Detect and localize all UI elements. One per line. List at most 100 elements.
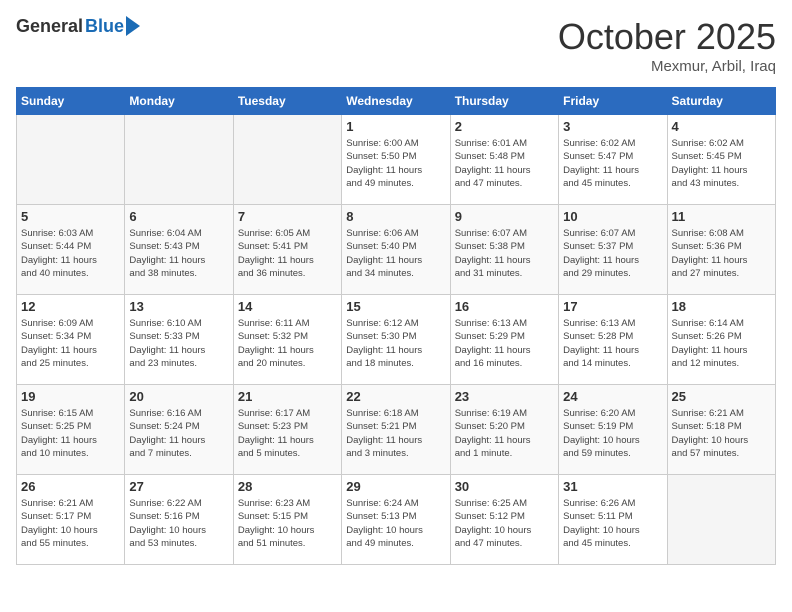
day-info: Sunrise: 6:02 AM Sunset: 5:45 PM Dayligh…: [672, 137, 771, 190]
calendar-cell: 14 Sunrise: 6:11 AM Sunset: 5:32 PM Dayli…: [233, 295, 341, 385]
day-number: 1: [346, 119, 445, 134]
day-info: Sunrise: 6:26 AM Sunset: 5:11 PM Dayligh…: [563, 497, 662, 550]
day-number: 24: [563, 389, 662, 404]
day-number: 3: [563, 119, 662, 134]
calendar-cell: 23 Sunrise: 6:19 AM Sunset: 5:20 PM Dayli…: [450, 385, 558, 475]
day-header-friday: Friday: [559, 88, 667, 115]
day-info: Sunrise: 6:24 AM Sunset: 5:13 PM Dayligh…: [346, 497, 445, 550]
calendar-cell: 22 Sunrise: 6:18 AM Sunset: 5:21 PM Dayli…: [342, 385, 450, 475]
day-info: Sunrise: 6:13 AM Sunset: 5:28 PM Dayligh…: [563, 317, 662, 370]
location: Mexmur, Arbil, Iraq: [558, 58, 776, 75]
calendar-cell: 30Sunrise: 6:25 AM Sunset: 5:12 PM Dayli…: [450, 475, 558, 565]
calendar-cell: [125, 115, 233, 205]
calendar-cell: 10 Sunrise: 6:07 AM Sunset: 5:37 PM Dayli…: [559, 205, 667, 295]
calendar-table: SundayMondayTuesdayWednesdayThursdayFrid…: [16, 87, 776, 565]
day-info: Sunrise: 6:08 AM Sunset: 5:36 PM Dayligh…: [672, 227, 771, 280]
page-header: General Blue October 2025 Mexmur, Arbil,…: [16, 16, 776, 75]
calendar-cell: 4 Sunrise: 6:02 AM Sunset: 5:45 PM Daylig…: [667, 115, 775, 205]
calendar-cell: 9 Sunrise: 6:07 AM Sunset: 5:38 PM Daylig…: [450, 205, 558, 295]
day-header-monday: Monday: [125, 88, 233, 115]
calendar-cell: 24 Sunrise: 6:20 AM Sunset: 5:19 PM Dayli…: [559, 385, 667, 475]
day-info: Sunrise: 6:23 AM Sunset: 5:15 PM Dayligh…: [238, 497, 337, 550]
day-number: 17: [563, 299, 662, 314]
calendar-cell: [233, 115, 341, 205]
day-header-tuesday: Tuesday: [233, 88, 341, 115]
calendar-cell: 25Sunrise: 6:21 AM Sunset: 5:18 PM Dayli…: [667, 385, 775, 475]
day-info: Sunrise: 6:19 AM Sunset: 5:20 PM Dayligh…: [455, 407, 554, 460]
calendar-week-row: 19Sunrise: 6:15 AM Sunset: 5:25 PM Dayli…: [17, 385, 776, 475]
day-info: Sunrise: 6:21 AM Sunset: 5:17 PM Dayligh…: [21, 497, 120, 550]
calendar-week-row: 26 Sunrise: 6:21 AM Sunset: 5:17 PM Dayli…: [17, 475, 776, 565]
day-number: 31: [563, 479, 662, 494]
day-number: 21: [238, 389, 337, 404]
calendar-cell: 19Sunrise: 6:15 AM Sunset: 5:25 PM Dayli…: [17, 385, 125, 475]
day-info: Sunrise: 6:04 AM Sunset: 5:43 PM Dayligh…: [129, 227, 228, 280]
calendar-week-row: 12Sunrise: 6:09 AM Sunset: 5:34 PM Dayli…: [17, 295, 776, 385]
day-number: 5: [21, 209, 120, 224]
day-header-saturday: Saturday: [667, 88, 775, 115]
day-number: 15: [346, 299, 445, 314]
day-info: Sunrise: 6:07 AM Sunset: 5:37 PM Dayligh…: [563, 227, 662, 280]
calendar-cell: 27 Sunrise: 6:22 AM Sunset: 5:16 PM Dayli…: [125, 475, 233, 565]
calendar-cell: 12Sunrise: 6:09 AM Sunset: 5:34 PM Dayli…: [17, 295, 125, 385]
calendar-cell: [667, 475, 775, 565]
day-info: Sunrise: 6:22 AM Sunset: 5:16 PM Dayligh…: [129, 497, 228, 550]
day-info: Sunrise: 6:02 AM Sunset: 5:47 PM Dayligh…: [563, 137, 662, 190]
calendar-cell: 28 Sunrise: 6:23 AM Sunset: 5:15 PM Dayli…: [233, 475, 341, 565]
day-number: 2: [455, 119, 554, 134]
day-number: 12: [21, 299, 120, 314]
day-number: 6: [129, 209, 228, 224]
day-number: 26: [21, 479, 120, 494]
calendar-cell: 15 Sunrise: 6:12 AM Sunset: 5:30 PM Dayli…: [342, 295, 450, 385]
day-info: Sunrise: 6:00 AM Sunset: 5:50 PM Dayligh…: [346, 137, 445, 190]
calendar-header-row: SundayMondayTuesdayWednesdayThursdayFrid…: [17, 88, 776, 115]
day-number: 11: [672, 209, 771, 224]
calendar-cell: 13Sunrise: 6:10 AM Sunset: 5:33 PM Dayli…: [125, 295, 233, 385]
calendar-week-row: 5 Sunrise: 6:03 AM Sunset: 5:44 PM Daylig…: [17, 205, 776, 295]
day-number: 29: [346, 479, 445, 494]
day-info: Sunrise: 6:21 AM Sunset: 5:18 PM Dayligh…: [672, 407, 771, 460]
calendar-week-row: 1 Sunrise: 6:00 AM Sunset: 5:50 PM Daylig…: [17, 115, 776, 205]
calendar-cell: 8Sunrise: 6:06 AM Sunset: 5:40 PM Daylig…: [342, 205, 450, 295]
calendar-cell: [17, 115, 125, 205]
day-number: 4: [672, 119, 771, 134]
calendar-cell: 6 Sunrise: 6:04 AM Sunset: 5:43 PM Daylig…: [125, 205, 233, 295]
day-number: 23: [455, 389, 554, 404]
calendar-cell: 21 Sunrise: 6:17 AM Sunset: 5:23 PM Dayli…: [233, 385, 341, 475]
calendar-cell: 5 Sunrise: 6:03 AM Sunset: 5:44 PM Daylig…: [17, 205, 125, 295]
day-number: 27: [129, 479, 228, 494]
calendar-cell: 26 Sunrise: 6:21 AM Sunset: 5:17 PM Dayli…: [17, 475, 125, 565]
day-info: Sunrise: 6:03 AM Sunset: 5:44 PM Dayligh…: [21, 227, 120, 280]
day-info: Sunrise: 6:05 AM Sunset: 5:41 PM Dayligh…: [238, 227, 337, 280]
day-info: Sunrise: 6:20 AM Sunset: 5:19 PM Dayligh…: [563, 407, 662, 460]
day-number: 14: [238, 299, 337, 314]
month-title: October 2025: [558, 16, 776, 58]
calendar-cell: 16Sunrise: 6:13 AM Sunset: 5:29 PM Dayli…: [450, 295, 558, 385]
day-info: Sunrise: 6:12 AM Sunset: 5:30 PM Dayligh…: [346, 317, 445, 370]
day-info: Sunrise: 6:07 AM Sunset: 5:38 PM Dayligh…: [455, 227, 554, 280]
day-number: 18: [672, 299, 771, 314]
day-info: Sunrise: 6:17 AM Sunset: 5:23 PM Dayligh…: [238, 407, 337, 460]
calendar-cell: 3 Sunrise: 6:02 AM Sunset: 5:47 PM Daylig…: [559, 115, 667, 205]
day-info: Sunrise: 6:11 AM Sunset: 5:32 PM Dayligh…: [238, 317, 337, 370]
day-number: 9: [455, 209, 554, 224]
day-number: 10: [563, 209, 662, 224]
logo-arrow-icon: [126, 16, 140, 36]
day-info: Sunrise: 6:01 AM Sunset: 5:48 PM Dayligh…: [455, 137, 554, 190]
day-number: 16: [455, 299, 554, 314]
day-info: Sunrise: 6:15 AM Sunset: 5:25 PM Dayligh…: [21, 407, 120, 460]
day-number: 30: [455, 479, 554, 494]
day-header-wednesday: Wednesday: [342, 88, 450, 115]
day-info: Sunrise: 6:18 AM Sunset: 5:21 PM Dayligh…: [346, 407, 445, 460]
title-block: October 2025 Mexmur, Arbil, Iraq: [558, 16, 776, 75]
calendar-cell: 11 Sunrise: 6:08 AM Sunset: 5:36 PM Dayli…: [667, 205, 775, 295]
day-number: 22: [346, 389, 445, 404]
day-header-sunday: Sunday: [17, 88, 125, 115]
day-info: Sunrise: 6:06 AM Sunset: 5:40 PM Dayligh…: [346, 227, 445, 280]
calendar-cell: 2 Sunrise: 6:01 AM Sunset: 5:48 PM Daylig…: [450, 115, 558, 205]
calendar-cell: 17 Sunrise: 6:13 AM Sunset: 5:28 PM Dayli…: [559, 295, 667, 385]
calendar-cell: 29 Sunrise: 6:24 AM Sunset: 5:13 PM Dayli…: [342, 475, 450, 565]
day-number: 28: [238, 479, 337, 494]
calendar-cell: 31 Sunrise: 6:26 AM Sunset: 5:11 PM Dayli…: [559, 475, 667, 565]
day-number: 20: [129, 389, 228, 404]
